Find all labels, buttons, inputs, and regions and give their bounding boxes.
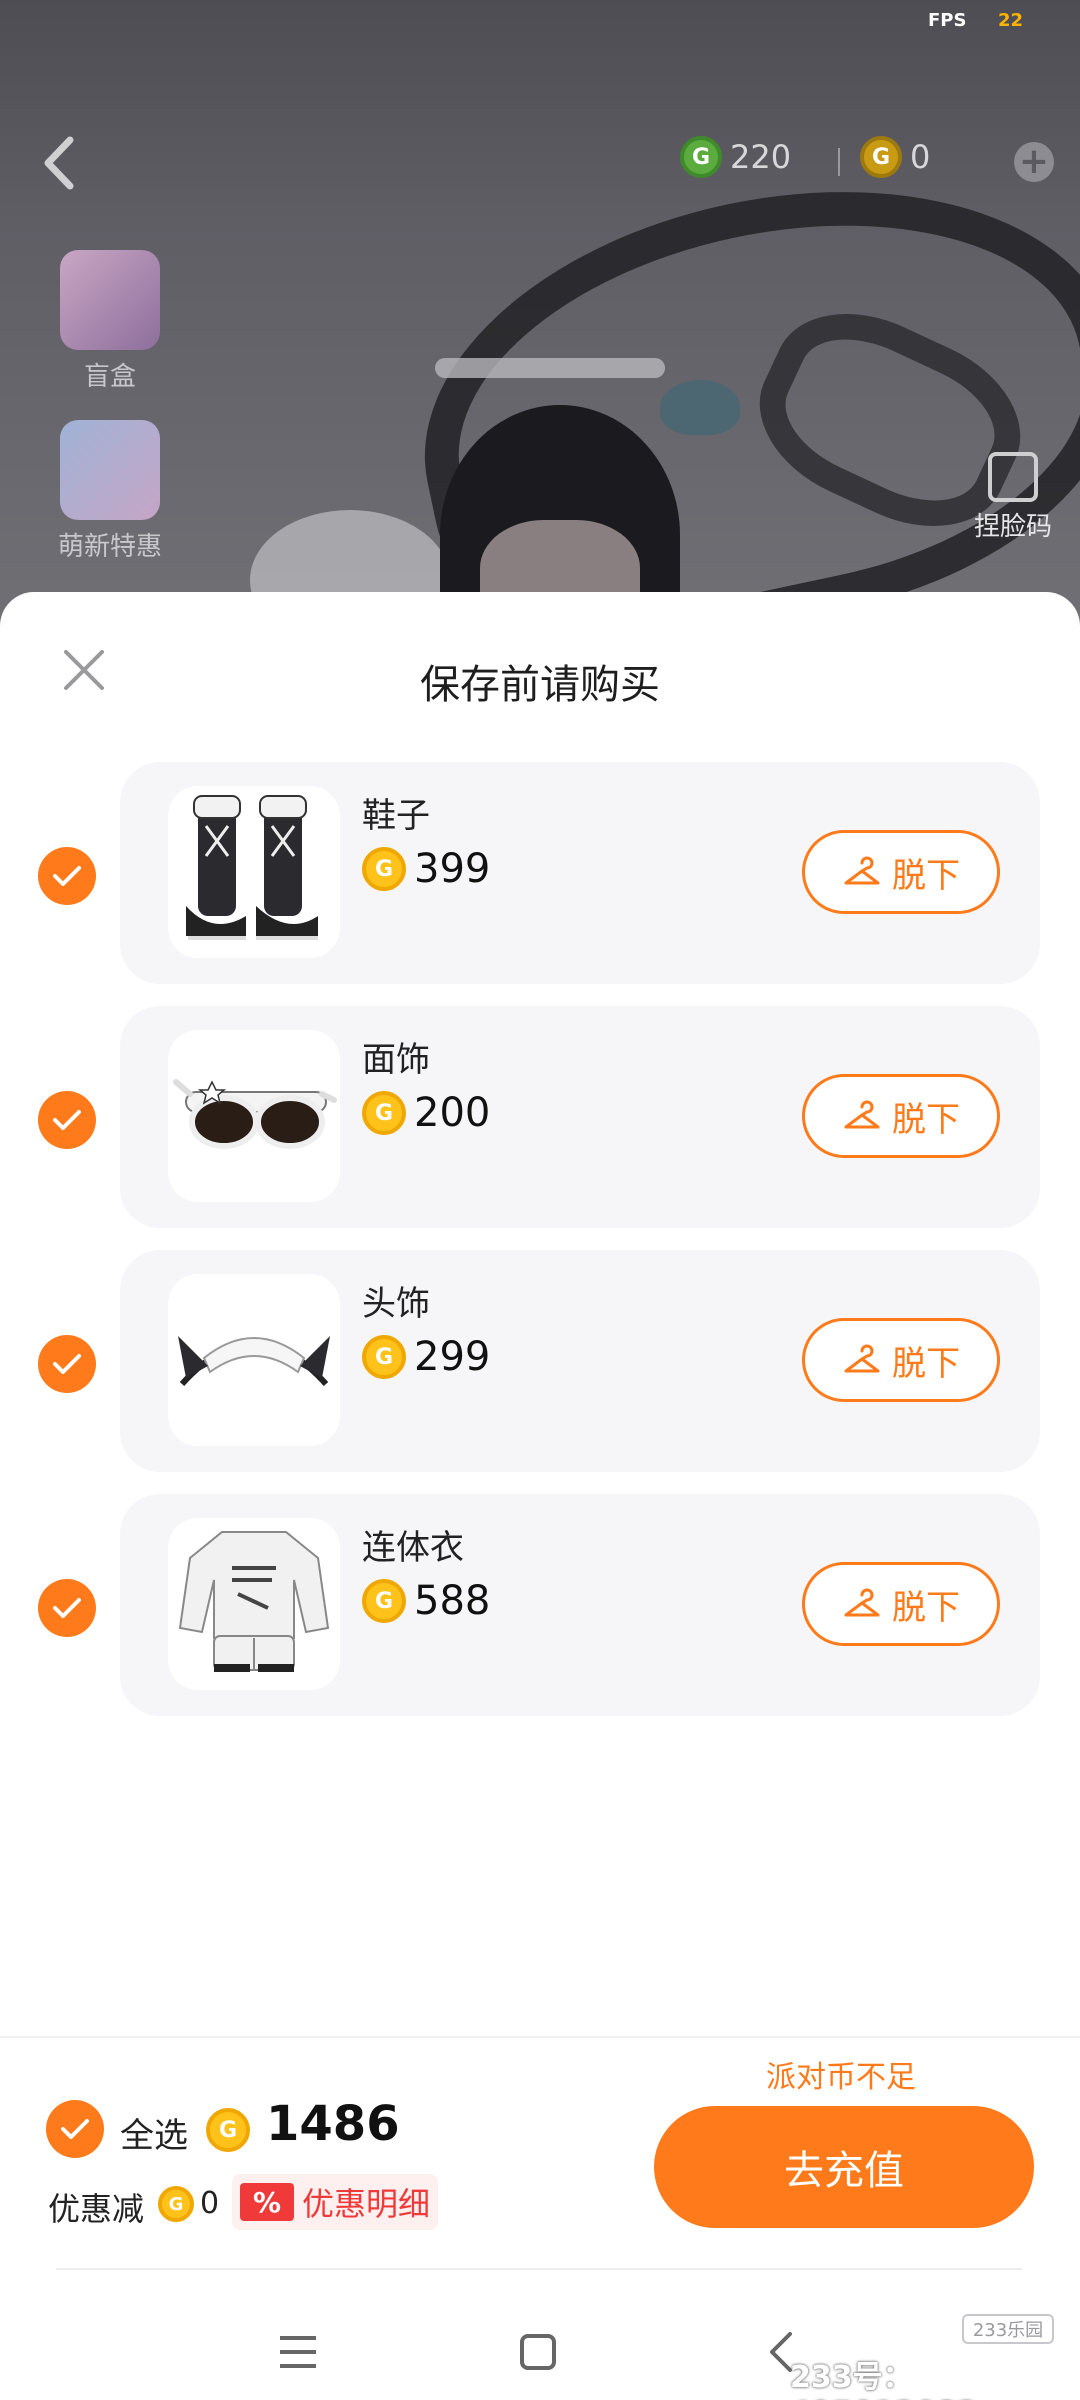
nav-home-button[interactable]	[498, 2312, 578, 2392]
sidebar-item-label: 盲盒	[83, 362, 136, 392]
item-checkbox[interactable]	[38, 1091, 96, 1149]
item-row-face-accessory: 面饰 G 200 脱下	[0, 1006, 1080, 1228]
footer-divider	[0, 2036, 1080, 2038]
item-price: G 588	[362, 1578, 490, 1624]
currency-divider	[838, 148, 840, 176]
item-checkbox[interactable]	[38, 1335, 96, 1393]
item-thumbnail	[168, 1274, 340, 1446]
g-coin-green-icon: G	[680, 136, 722, 178]
shark-pet-graphic	[660, 380, 740, 435]
item-price-value: 399	[414, 846, 491, 892]
name-bar	[435, 358, 665, 378]
item-price-value: 588	[414, 1578, 491, 1624]
item-card: 面饰 G 200 脱下	[120, 1006, 1040, 1228]
item-price: G 299	[362, 1334, 490, 1380]
fps-label: FPS	[928, 10, 967, 31]
item-row-shoes: 鞋子 G 399 脱下	[0, 762, 1080, 984]
item-row-jumpsuit: 连体衣 G 588 脱下	[0, 1494, 1080, 1716]
remove-item-label: 脱下	[892, 1343, 960, 1384]
edit-face-icon	[988, 452, 1038, 502]
check-icon	[53, 1110, 81, 1130]
headband-image	[178, 1336, 330, 1387]
discount-detail-label: 优惠明细	[302, 2185, 431, 2223]
remove-item-button[interactable]: 脱下	[802, 1562, 1000, 1646]
purchase-sheet: 保存前请购买 鞋子 G 399 脱下 面饰 G 200 脱下 头饰 G 299 …	[0, 592, 1080, 2400]
currency-coin-value: 0	[910, 138, 931, 176]
discount-value: 0	[200, 2186, 220, 2221]
back-button[interactable]	[30, 128, 90, 198]
home-square-icon	[520, 2334, 556, 2370]
check-icon	[53, 866, 81, 886]
watermark-logo: 233乐园	[962, 2314, 1054, 2344]
item-price: G 399	[362, 846, 490, 892]
watermark-id: 233号：495012082	[790, 2360, 978, 2400]
discount-detail-link[interactable]: % 优惠明细	[232, 2174, 439, 2230]
fps-value: 22	[998, 10, 1024, 31]
select-all-label: 全选	[120, 2116, 188, 2156]
item-name: 头饰	[362, 1284, 430, 1324]
check-icon	[53, 1598, 81, 1618]
sidebar-item-blind-box[interactable]: 盲盒	[50, 250, 170, 393]
gold-coin-icon: G	[362, 1091, 406, 1135]
remove-item-label: 脱下	[892, 1587, 960, 1628]
item-price: G 200	[362, 1090, 490, 1136]
gold-coin-icon: G	[206, 2108, 250, 2152]
hanger-icon	[844, 1344, 880, 1373]
item-checkbox[interactable]	[38, 1579, 96, 1637]
nav-divider	[56, 2268, 1022, 2270]
remove-item-button[interactable]: 脱下	[802, 1318, 1000, 1402]
item-checkbox[interactable]	[38, 847, 96, 905]
sheet-title: 保存前请购买	[420, 662, 660, 708]
item-price-value: 299	[414, 1334, 491, 1380]
total-price: 1486	[266, 2096, 400, 2152]
item-thumbnail	[168, 1030, 340, 1202]
plus-icon: +	[1018, 141, 1050, 182]
check-icon	[53, 1354, 81, 1374]
gift-box-icon	[60, 250, 160, 350]
currency-g-value: 220	[730, 138, 792, 176]
add-currency-button[interactable]: +	[1014, 142, 1054, 182]
gold-coin-icon: G	[362, 847, 406, 891]
item-card: 鞋子 G 399 脱下	[120, 762, 1040, 984]
select-all-checkbox[interactable]	[46, 2100, 104, 2158]
face-code-label: 捏脸码	[973, 512, 1052, 542]
item-card: 头饰 G 299 脱下	[120, 1250, 1040, 1472]
nav-menu-button[interactable]	[258, 2312, 338, 2392]
recharge-button[interactable]: 去充值	[654, 2106, 1034, 2228]
newbie-deal-icon	[60, 420, 160, 520]
sidebar-item-newbie-deal[interactable]: 萌新特惠	[50, 420, 170, 563]
hanger-icon	[844, 1588, 880, 1617]
face-code-button[interactable]: 捏脸码	[958, 452, 1068, 543]
item-row-headwear: 头饰 G 299 脱下	[0, 1250, 1080, 1472]
insufficient-notice: 派对币不足	[766, 2060, 916, 2095]
gold-coin-icon: G	[860, 136, 902, 178]
jumpsuit-image	[178, 1531, 330, 1672]
chevron-left-icon	[44, 136, 74, 190]
check-icon	[61, 2119, 89, 2139]
gold-coin-icon: G	[158, 2186, 194, 2222]
item-name: 面饰	[362, 1040, 430, 1080]
item-name: 连体衣	[362, 1528, 464, 1568]
remove-item-button[interactable]: 脱下	[802, 1074, 1000, 1158]
remove-item-button[interactable]: 脱下	[802, 830, 1000, 914]
remove-item-label: 脱下	[892, 855, 960, 896]
currency-coin-balance: G 0	[860, 136, 930, 178]
item-thumbnail	[168, 786, 340, 958]
gold-coin-icon: G	[362, 1579, 406, 1623]
item-name: 鞋子	[362, 796, 430, 836]
item-thumbnail	[168, 1518, 340, 1690]
percent-tag-icon: %	[240, 2183, 294, 2221]
sidebar-item-label: 萌新特惠	[57, 532, 162, 562]
hanger-icon	[844, 856, 880, 885]
glasses-image	[173, 1079, 337, 1149]
remove-item-label: 脱下	[892, 1099, 960, 1140]
gold-coin-icon: G	[362, 1335, 406, 1379]
shoes-image	[186, 795, 318, 940]
hanger-icon	[844, 1100, 880, 1129]
menu-icon	[280, 2336, 316, 2368]
discount-label: 优惠减	[48, 2190, 145, 2228]
item-card: 连体衣 G 588 脱下	[120, 1494, 1040, 1716]
item-price-value: 200	[414, 1090, 491, 1136]
currency-g-balance: G 220	[680, 136, 791, 178]
